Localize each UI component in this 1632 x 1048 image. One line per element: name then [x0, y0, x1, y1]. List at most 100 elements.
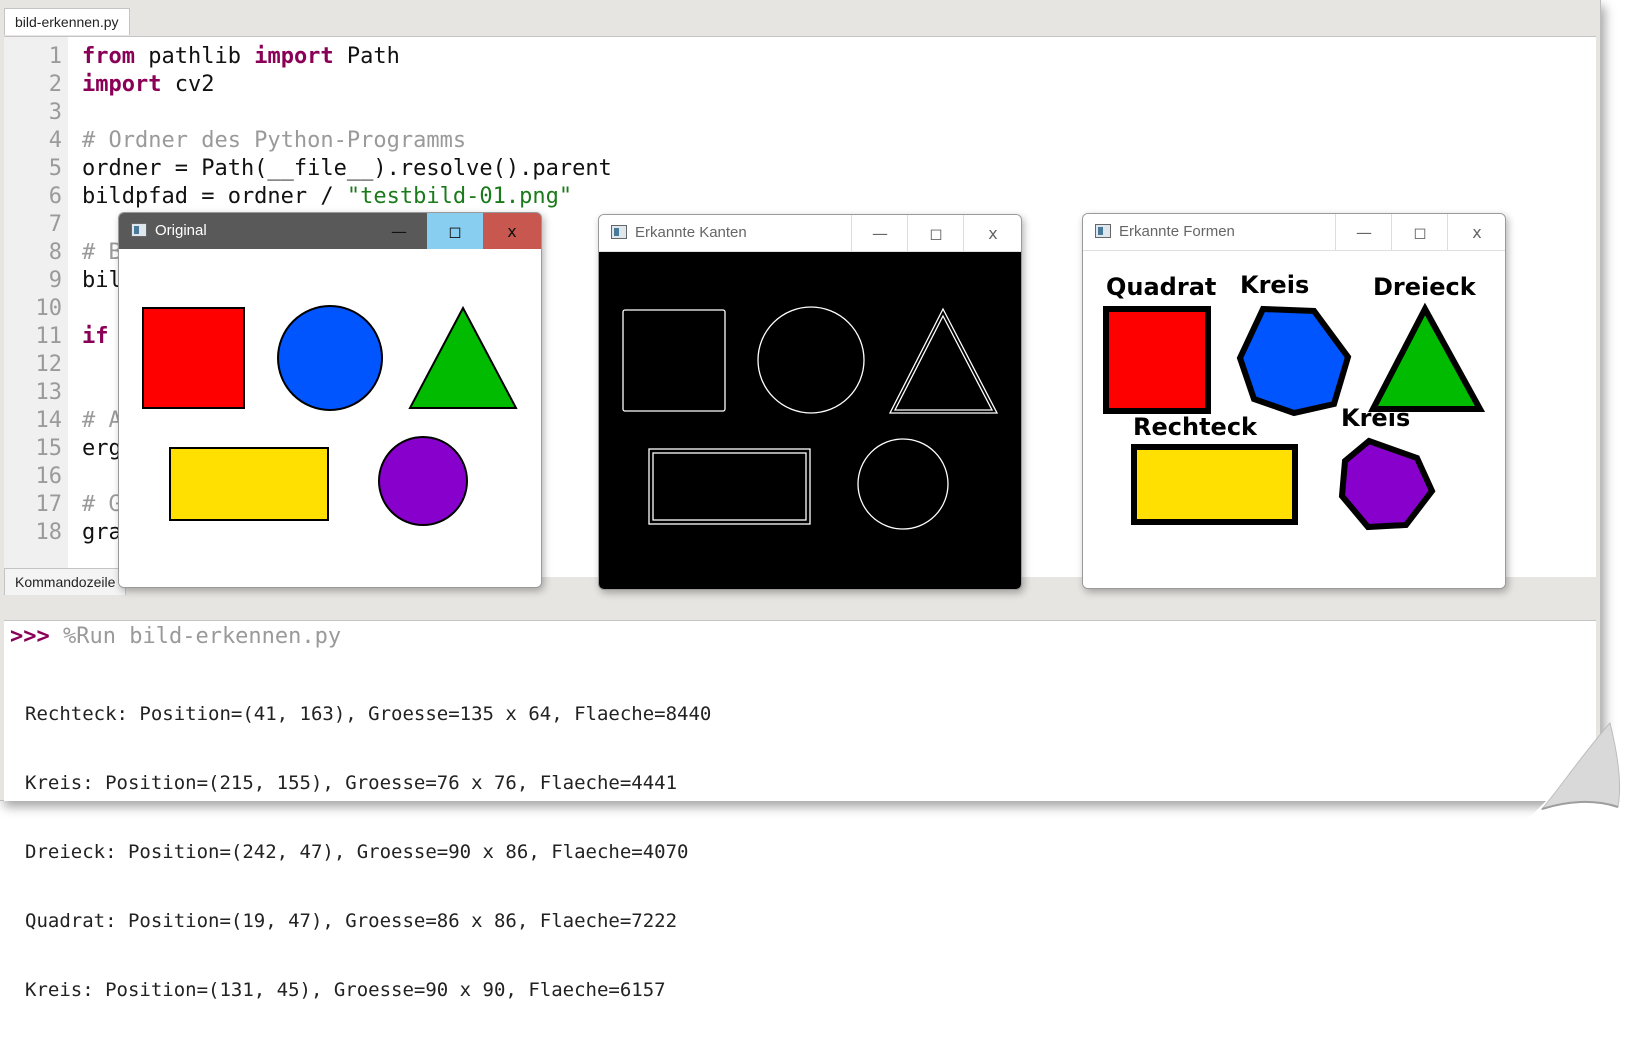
window-title: Erkannte Kanten — [635, 224, 747, 241]
code-line: 3 — [4, 99, 1596, 127]
code-token: pathlib — [134, 44, 255, 69]
titlebar-original[interactable]: Original — ◻ x — [119, 213, 541, 249]
minimize-button[interactable]: — — [1335, 214, 1392, 250]
console-tab[interactable]: Kommandozeile — [4, 568, 127, 595]
console-output: Rechteck: Position=(41, 163), Groesse=13… — [25, 657, 711, 1048]
close-icon: x — [507, 221, 517, 241]
output-line: Quadrat: Position=(19, 47), Groesse=86 x… — [25, 910, 678, 932]
console-panel[interactable]: >>> %Run bild-erkennen.py Rechteck: Posi… — [4, 620, 1596, 1001]
code-token: Path — [333, 44, 400, 69]
editor-tab[interactable]: bild-erkennen.py — [4, 8, 130, 35]
line-number: 15 — [35, 436, 63, 461]
close-icon: x — [1472, 222, 1482, 242]
window-original[interactable]: Original — ◻ x — [118, 212, 542, 588]
code-text: # B — [82, 239, 122, 267]
code-text: # Ordner des Python-Programms — [82, 127, 466, 155]
line-number: 7 — [48, 212, 62, 237]
close-button[interactable]: x — [483, 213, 541, 249]
line-number: 8 — [48, 240, 62, 265]
minimize-button[interactable]: — — [371, 213, 427, 249]
line-number: 10 — [35, 296, 63, 321]
line-number: 5 — [48, 156, 62, 181]
edges-image — [599, 252, 1021, 589]
window-title: Original — [155, 222, 207, 239]
maximize-button[interactable]: ◻ — [427, 213, 483, 249]
label-dreieck: Dreieck — [1373, 273, 1477, 301]
output-line: Rechteck: Position=(41, 163), Groesse=13… — [25, 703, 712, 725]
line-number: 6 — [48, 184, 62, 209]
code-token: # G — [82, 492, 122, 517]
line-number: 16 — [35, 464, 63, 489]
line-number: 13 — [35, 380, 63, 405]
maximize-icon: ◻ — [1413, 222, 1427, 242]
line-number: 3 — [48, 100, 62, 125]
code-token: import — [254, 44, 334, 69]
close-button[interactable]: x — [1447, 214, 1505, 250]
yellow-rectangle — [169, 447, 329, 521]
line-number: 11 — [35, 324, 63, 349]
console-prompt-line: >>> %Run bild-erkennen.py — [10, 623, 341, 651]
code-line: 5 ordner = Path(__file__).resolve().paren… — [4, 155, 1596, 183]
edge-circle-2 — [857, 438, 949, 530]
page-curl — [1522, 715, 1632, 825]
titlebar-formen[interactable]: Erkannte Formen — ◻ x — [1083, 214, 1505, 251]
code-text: bil — [82, 267, 122, 295]
maximize-button[interactable]: ◻ — [907, 215, 964, 251]
code-token: # B — [82, 240, 122, 265]
code-token: bil — [82, 268, 122, 293]
app-icon — [131, 223, 147, 237]
edge-rectangle-outer — [648, 448, 811, 525]
app-icon — [1095, 224, 1111, 238]
detected-circle-2 — [1338, 437, 1436, 531]
line-number: 17 — [35, 492, 63, 517]
window-formen[interactable]: Erkannte Formen — ◻ x Quadrat Kreis Drei… — [1082, 213, 1506, 589]
code-line: 6 bildpfad = ordner / "testbild-01.png" — [4, 183, 1596, 211]
code-token: "testbild-01.png" — [346, 184, 573, 209]
minimize-button[interactable]: — — [851, 215, 908, 251]
code-token: from — [82, 44, 135, 69]
label-rechteck: Rechteck — [1133, 413, 1258, 441]
output-line: Kreis: Position=(131, 45), Groesse=90 x … — [25, 979, 666, 1001]
line-number: 9 — [48, 268, 62, 293]
code-token: cv2 — [161, 72, 215, 97]
code-token: bildpfad = ordner / — [82, 184, 347, 209]
code-text: ordner = Path(__file__).resolve().parent — [82, 155, 612, 183]
blue-circle — [277, 305, 383, 411]
purple-circle — [378, 436, 468, 526]
code-line: 4 # Ordner des Python-Programms — [4, 127, 1596, 155]
code-text: bildpfad = ordner / "testbild-01.png" — [82, 183, 572, 211]
console-tab-label: Kommandozeile — [15, 574, 116, 590]
maximize-button[interactable]: ◻ — [1391, 214, 1448, 250]
code-line: 1 from pathlib import Path — [4, 43, 1596, 71]
window-kanten[interactable]: Erkannte Kanten — ◻ x — [598, 214, 1022, 590]
minimize-icon: — — [1356, 222, 1372, 242]
code-text: if — [82, 323, 109, 351]
detected-square — [1103, 306, 1211, 414]
code-text: # G — [82, 491, 122, 519]
code-token: if — [82, 324, 109, 349]
maximize-icon: ◻ — [929, 223, 943, 243]
titlebar-kanten[interactable]: Erkannte Kanten — ◻ x — [599, 215, 1021, 252]
edge-square — [622, 309, 726, 412]
console-prompt: >>> — [10, 624, 50, 649]
window-title: Erkannte Formen — [1119, 223, 1235, 240]
code-text: erg — [82, 435, 122, 463]
edge-triangle-inner — [893, 314, 994, 411]
output-line: Dreieck: Position=(242, 47), Groesse=90 … — [25, 841, 689, 863]
green-triangle — [408, 305, 518, 409]
detected-circle-1 — [1236, 305, 1352, 417]
label-kreis-1: Kreis — [1240, 271, 1309, 299]
close-button[interactable]: x — [963, 215, 1021, 251]
detected-rectangle — [1131, 444, 1298, 525]
line-number: 12 — [35, 352, 63, 377]
line-number: 2 — [48, 72, 62, 97]
label-kreis-2: Kreis — [1341, 404, 1410, 432]
detected-triangle — [1368, 302, 1486, 412]
code-line: 2 import cv2 — [4, 71, 1596, 99]
code-token: import — [82, 72, 162, 97]
code-token: erg — [82, 436, 122, 461]
code-text: import cv2 — [82, 71, 214, 99]
minimize-icon: — — [872, 223, 888, 243]
minimize-icon: — — [391, 221, 407, 241]
edge-triangle-outer — [888, 307, 999, 414]
